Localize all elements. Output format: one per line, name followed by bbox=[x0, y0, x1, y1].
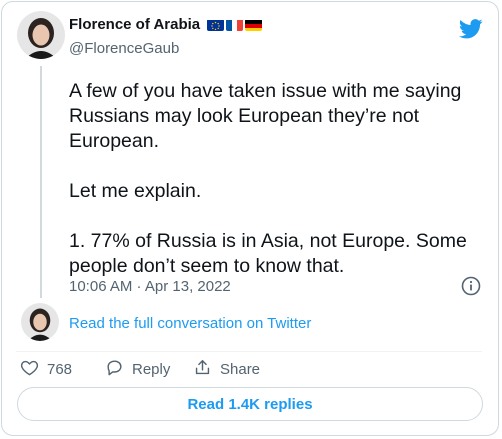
read-conversation-link[interactable]: Read the full conversation on Twitter bbox=[69, 315, 311, 332]
flag-emojis bbox=[207, 19, 263, 31]
author-display-name[interactable]: Florence of Arabia bbox=[69, 16, 200, 33]
eu-flag-icon bbox=[207, 19, 225, 31]
thread-line bbox=[40, 66, 42, 298]
author-avatar[interactable] bbox=[17, 11, 65, 59]
twitter-bird-icon[interactable] bbox=[458, 19, 483, 39]
share-button[interactable]: Share bbox=[193, 358, 260, 381]
conversation-avatar[interactable] bbox=[21, 303, 59, 341]
like-count: 768 bbox=[47, 361, 73, 378]
author-name-row[interactable]: Florence of Arabia bbox=[69, 16, 263, 33]
info-icon[interactable] bbox=[461, 276, 481, 296]
reply-button[interactable]: Reply bbox=[105, 358, 170, 381]
author-handle[interactable]: @FlorenceGaub bbox=[69, 40, 179, 57]
reply-label: Reply bbox=[132, 361, 171, 378]
share-label: Share bbox=[220, 361, 261, 378]
reply-bubble-icon bbox=[105, 358, 124, 381]
like-button[interactable]: 768 bbox=[20, 358, 72, 381]
france-flag-icon bbox=[226, 19, 244, 31]
tweet-text: A few of you have taken issue with me sa… bbox=[69, 80, 467, 277]
actions-divider bbox=[16, 351, 482, 352]
tweet-timestamp[interactable]: 10:06 AM · Apr 13, 2022 bbox=[69, 278, 231, 295]
read-replies-button[interactable]: Read 1.4K replies bbox=[17, 387, 483, 421]
share-icon bbox=[193, 358, 212, 381]
heart-icon bbox=[20, 358, 39, 381]
germany-flag-icon bbox=[245, 19, 263, 31]
